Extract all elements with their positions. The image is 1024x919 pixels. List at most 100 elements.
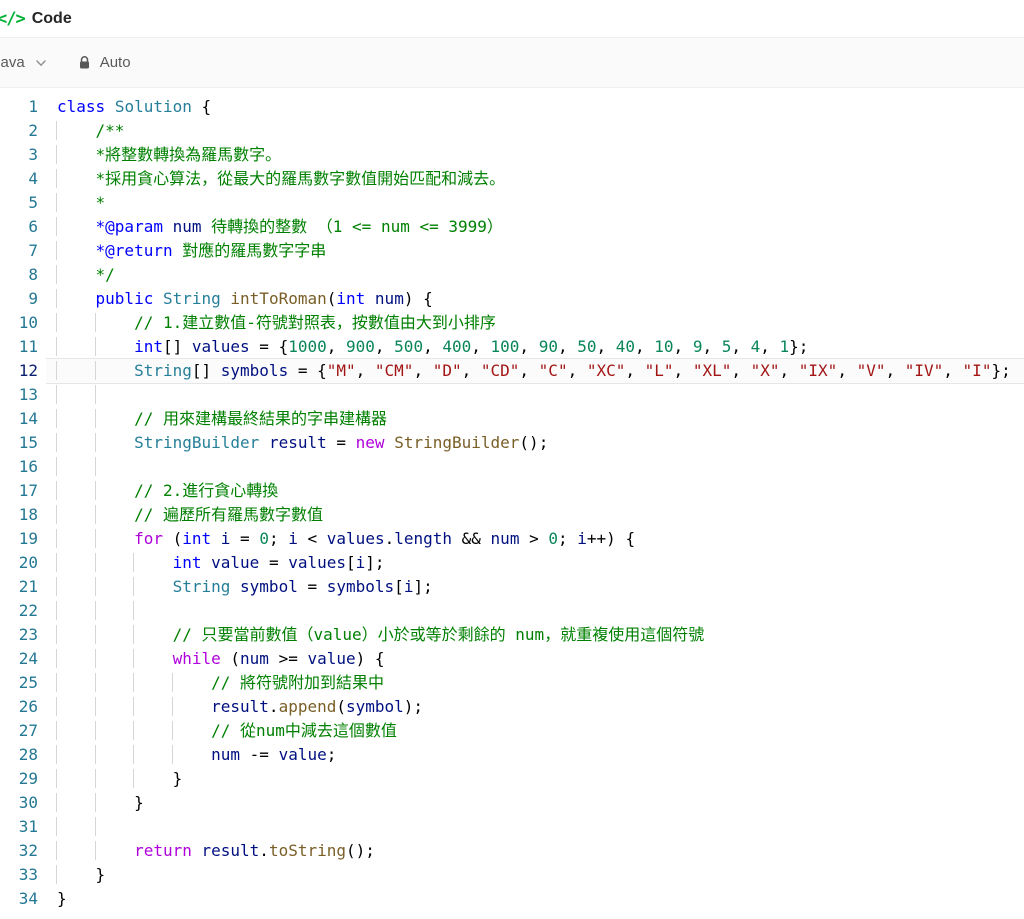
line-number: 23 — [18, 625, 38, 644]
line-number: 22 — [18, 601, 38, 620]
code-line[interactable]: 28 num -= value; — [0, 743, 1024, 767]
code-editor[interactable]: 1 class Solution {2 /** 3 *將整數轉換為羅馬數字。 4 *採… — [0, 88, 1024, 911]
code-line-content[interactable]: // 只要當前數值（value）小於或等於剩餘的 num，就重複使用這個符號 — [46, 623, 1024, 647]
code-line[interactable]: 17 // 2.進行貪心轉換 — [0, 479, 1024, 503]
indent-guide — [171, 745, 212, 764]
language-selector[interactable]: Java — [0, 54, 48, 71]
code-line-content[interactable]: *將整數轉換為羅馬數字。 — [46, 143, 1024, 167]
code-line[interactable]: 12 String[] symbols = {"M", "CM", "D", "… — [0, 359, 1024, 383]
code-line[interactable]: 30 } — [0, 791, 1024, 815]
code-line[interactable]: 33 } — [0, 863, 1024, 887]
code-line-content[interactable]: result.append(symbol); — [46, 695, 1024, 719]
code-line-content[interactable]: } — [46, 863, 1024, 887]
code-line[interactable]: 18 // 遍歷所有羅馬數字數值 — [0, 503, 1024, 527]
code-line-content[interactable]: } — [46, 887, 1024, 911]
code-line[interactable]: 9 public String intToRoman(int num) { — [0, 287, 1024, 311]
code-line[interactable]: 20 int value = values[i]; — [0, 551, 1024, 575]
code-line[interactable]: 26 result.append(symbol); — [0, 695, 1024, 719]
indent-guide — [94, 481, 135, 500]
code-line-content[interactable]: for (int i = 0; i < values.length && num… — [46, 527, 1024, 551]
code-line-content[interactable]: *@param num 待轉換的整數 （1 <= num <= 3999） — [46, 215, 1024, 239]
line-number: 7 — [28, 241, 38, 260]
code-line-content[interactable]: // 用來建構最終結果的字串建構器 — [46, 407, 1024, 431]
indent-guide — [171, 673, 212, 692]
code-line[interactable]: 21 String symbol = symbols[i]; — [0, 575, 1024, 599]
code-line[interactable]: 34} — [0, 887, 1024, 911]
code-line[interactable]: 19 for (int i = 0; i < values.length && … — [0, 527, 1024, 551]
code-line[interactable]: 4 *採用貪心算法，從最大的羅馬數字數值開始匹配和減去。 — [0, 167, 1024, 191]
line-number: 31 — [18, 817, 38, 836]
code-line-content[interactable]: String[] symbols = {"M", "CM", "D", "CD"… — [46, 359, 1024, 383]
code-line-content[interactable]: } — [46, 767, 1024, 791]
code-line[interactable]: 14 // 用來建構最終結果的字串建構器 — [0, 407, 1024, 431]
code-line-content[interactable]: int[] values = {1000, 900, 500, 400, 100… — [46, 335, 1024, 359]
line-number: 28 — [18, 745, 38, 764]
code-line-content[interactable]: *@return 對應的羅馬數字字串 — [46, 239, 1024, 263]
indent-guide — [94, 409, 135, 428]
indent-guide — [133, 649, 173, 668]
code-line-content[interactable]: return result.toString(); — [46, 839, 1024, 863]
code-line-content[interactable]: /** — [46, 119, 1024, 143]
line-number: 13 — [18, 385, 38, 404]
code-line[interactable]: 13 — [0, 383, 1024, 407]
indent-guide — [56, 289, 96, 308]
code-line[interactable]: 25 // 將符號附加到結果中 — [0, 671, 1024, 695]
code-line[interactable]: 8 */ — [0, 263, 1024, 287]
code-line-content[interactable]: while (num >= value) { — [46, 647, 1024, 671]
code-line-content[interactable]: num -= value; — [46, 743, 1024, 767]
indent-guide — [56, 625, 96, 644]
indent-guide — [56, 361, 96, 380]
code-line[interactable]: 22 — [0, 599, 1024, 623]
indent-guide — [94, 433, 135, 452]
indent-guide — [94, 505, 135, 524]
line-number: 29 — [18, 769, 38, 788]
code-line[interactable]: 5 * — [0, 191, 1024, 215]
indent-guide — [94, 385, 135, 404]
code-line-content[interactable]: StringBuilder result = new StringBuilder… — [46, 431, 1024, 455]
code-line-content[interactable]: // 2.進行貪心轉換 — [46, 479, 1024, 503]
line-number: 33 — [18, 865, 38, 884]
code-line[interactable]: 27 // 從num中減去這個數值 — [0, 719, 1024, 743]
code-line-content[interactable]: // 遍歷所有羅馬數字數值 — [46, 503, 1024, 527]
code-line[interactable]: 7 *@return 對應的羅馬數字字串 — [0, 239, 1024, 263]
code-line-content[interactable]: class Solution { — [46, 95, 1024, 119]
code-line-content[interactable]: * — [46, 191, 1024, 215]
indent-guide — [56, 793, 96, 812]
code-line[interactable]: 16 — [0, 455, 1024, 479]
code-line-content[interactable]: // 1.建立數值-符號對照表，按數值由大到小排序 — [46, 311, 1024, 335]
code-line-content[interactable]: *採用貪心算法，從最大的羅馬數字數值開始匹配和減去。 — [46, 167, 1024, 191]
code-line-content[interactable]: */ — [46, 263, 1024, 287]
code-line-content[interactable]: public String intToRoman(int num) { — [46, 287, 1024, 311]
code-line-content[interactable] — [46, 815, 1024, 839]
line-number: 6 — [28, 217, 38, 236]
code-line-content[interactable] — [46, 383, 1024, 407]
code-line-content[interactable] — [46, 455, 1024, 479]
line-number: 11 — [18, 337, 38, 356]
code-line[interactable]: 23 // 只要當前數值（value）小於或等於剩餘的 num，就重複使用這個符… — [0, 623, 1024, 647]
code-line[interactable]: 31 — [0, 815, 1024, 839]
code-line-content[interactable]: // 從num中減去這個數值 — [46, 719, 1024, 743]
code-line-content[interactable] — [46, 599, 1024, 623]
code-line[interactable]: 29 } — [0, 767, 1024, 791]
code-line[interactable]: 6 *@param num 待轉換的整數 （1 <= num <= 3999） — [0, 215, 1024, 239]
code-line[interactable]: 15 StringBuilder result = new StringBuil… — [0, 431, 1024, 455]
code-line-content[interactable]: } — [46, 791, 1024, 815]
indent-guide — [94, 553, 135, 572]
indent-guide — [133, 673, 173, 692]
indent-guide — [94, 673, 135, 692]
line-number: 30 — [18, 793, 38, 812]
code-line[interactable]: 2 /** — [0, 119, 1024, 143]
code-line-content[interactable]: // 將符號附加到結果中 — [46, 671, 1024, 695]
indent-guide — [133, 577, 173, 596]
code-line-content[interactable]: int value = values[i]; — [46, 551, 1024, 575]
code-line[interactable]: 3 *將整數轉換為羅馬數字。 — [0, 143, 1024, 167]
code-line[interactable]: 1 class Solution { — [0, 95, 1024, 119]
code-line[interactable]: 11 int[] values = {1000, 900, 500, 400, … — [0, 335, 1024, 359]
line-number: 8 — [28, 265, 38, 284]
code-line[interactable]: 24 while (num >= value) { — [0, 647, 1024, 671]
code-line[interactable]: 32 return result.toString(); — [0, 839, 1024, 863]
auto-toggle[interactable]: Auto — [77, 54, 131, 71]
code-line-content[interactable]: String symbol = symbols[i]; — [46, 575, 1024, 599]
indent-guide — [56, 697, 96, 716]
code-line[interactable]: 10 // 1.建立數值-符號對照表，按數值由大到小排序 — [0, 311, 1024, 335]
